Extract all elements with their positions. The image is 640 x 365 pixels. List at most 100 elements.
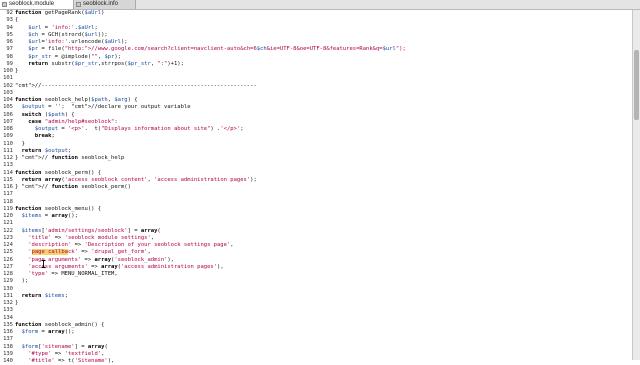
code-line[interactable]: '#title' => t('Sitename'), [15,358,114,365]
code-line[interactable]: $url='info:'.urlencode($aUrl); [15,39,127,46]
text-selection: page callba [31,249,68,256]
tab-bar: seoblock.module seoblock.info [0,0,640,10]
tab-seoblock-info[interactable]: seoblock.info [74,0,136,9]
code-line[interactable]: 'description' => 'Description of your se… [15,242,233,249]
tab-seoblock-module[interactable]: seoblock.module [0,0,74,9]
line-number: 125 [3,249,13,256]
line-number: 104 [3,97,13,103]
line-number: 107 [3,118,13,125]
line-number-gutter: 92 93 94 95 96 97 98 99 100 101 102 103 104 105 106 107… [0,10,13,364]
line-number: 133 [3,307,13,314]
line-number: 139 [3,350,13,357]
code-line[interactable]: $items['admin/settings/seoblock'] = arra… [15,228,161,235]
code-line[interactable]: } [15,300,18,307]
line-number: 130 [3,285,13,292]
code-line[interactable]: function seoblock_menu() { [15,206,101,213]
code-line[interactable]: } "cmt">// function seoblock_help [15,155,124,162]
line-number: 97 [6,46,13,53]
line-number: 119 [3,205,13,212]
line-number: 117 [3,191,13,198]
code-line[interactable]: 'title' => 'seoblock module settings', [15,235,154,242]
file-icon [76,2,81,7]
code-line[interactable]: $output = '<p>'. t("Displays information… [15,126,244,133]
code-line[interactable]: switch ($path) { [15,112,75,119]
line-number: 101 [3,75,13,82]
line-number: 113 [3,162,13,169]
line-number: 110 [3,140,13,147]
code-line[interactable]: ); [15,278,29,285]
line-number: 126 [3,256,13,263]
line-number: 129 [3,278,13,285]
tab-label: seoblock.module [9,1,55,7]
line-number: 112 [3,155,13,161]
code-line[interactable]: } "cmt">// function seoblock_perm() [15,184,131,191]
line-number: 98 [6,53,13,60]
code-line[interactable]: $ch = GCH(strord($url)); [15,32,107,39]
code-line[interactable]: $output = ''; "cmt">//declare your outpu… [15,104,191,111]
line-number: 118 [3,198,13,205]
line-number: 109 [3,133,13,140]
code-line[interactable]: 'type' => MENU_NORMAL_ITEM, [15,271,117,278]
line-number: 138 [3,343,13,350]
line-number: 103 [3,89,13,96]
code-line[interactable]: break; [15,133,55,140]
line-number: 99 [6,60,13,67]
vertical-scrollbar[interactable] [632,10,640,360]
code-line[interactable]: { [15,17,18,24]
line-number: 132 [3,300,13,306]
line-number: 106 [3,111,13,118]
line-number: 120 [3,213,13,219]
line-number: 128 [3,271,13,277]
code-line[interactable]: $pr_str = @implode("", $pr); [15,54,121,61]
code-line[interactable]: 'access arguments' => array('access admi… [15,264,223,271]
code-line[interactable]: $pr = file("http:">//www.google.com/sear… [15,46,406,53]
line-number: 121 [3,220,13,227]
code-line[interactable]: $form = array(); [15,329,75,336]
line-number: 123 [3,234,13,241]
line-number: 136 [3,329,13,335]
code-line[interactable]: return $items; [15,293,68,300]
code-line[interactable]: $items = array(); [15,213,78,220]
line-number: 92 [6,10,13,16]
line-number: 93 [6,17,13,24]
line-number: 116 [3,184,13,190]
code-line[interactable]: return $output; [15,148,72,155]
code-line[interactable]: return array('access seoblock content', … [15,177,257,184]
line-number: 137 [3,336,13,343]
line-number: 94 [6,24,13,31]
line-number: 111 [3,147,13,154]
tab-label: seoblock.info [83,1,119,7]
code-line[interactable]: "cmt">//--------------------------------… [15,83,257,90]
line-number: 96 [6,39,13,45]
code-line[interactable]: 'page callback' => 'drupal_get_form', [15,249,151,256]
line-number: 115 [3,176,13,183]
line-number: 114 [3,169,13,176]
line-number: 134 [3,314,13,321]
line-number: 95 [6,31,13,38]
code-line[interactable]: function getPageRank($aUrl) [15,10,104,17]
line-number: 127 [3,263,13,270]
code-line[interactable]: } [15,68,18,75]
line-number: 122 [3,227,13,234]
code-line[interactable]: function seoblock_admin() { [15,322,104,329]
code-line[interactable]: case "admin/help#seoblock": [15,119,117,126]
code-line[interactable]: $form['sitename'] = array( [15,344,108,351]
line-number: 131 [3,292,13,299]
code-line[interactable]: function seoblock_help($path, $arg) { [15,97,138,104]
code-line[interactable]: 'page arguments' => array('seoblock_admi… [15,257,174,264]
line-number: 108 [3,126,13,132]
code-line[interactable]: $url = 'info:'.$aUrl; [15,25,98,32]
file-icon [2,2,7,7]
line-number: 124 [3,242,13,248]
line-number: 105 [3,104,13,111]
text-cursor-icon [41,260,46,268]
code-line[interactable]: function seoblock_perm() { [15,170,101,177]
code-editor[interactable]: 92 93 94 95 96 97 98 99 100 101 102 103 104 105 106 107… [0,10,632,364]
code-line[interactable]: '#type' => 'textfield', [15,351,104,358]
line-number: 135 [3,321,13,328]
line-number: 100 [3,68,13,74]
code-line[interactable]: } [15,141,25,148]
code-line[interactable]: return substr($pr_str,strrpos($pr_str, "… [15,61,184,68]
line-number: 102 [3,82,13,89]
scrollbar-thumb[interactable] [634,50,639,120]
